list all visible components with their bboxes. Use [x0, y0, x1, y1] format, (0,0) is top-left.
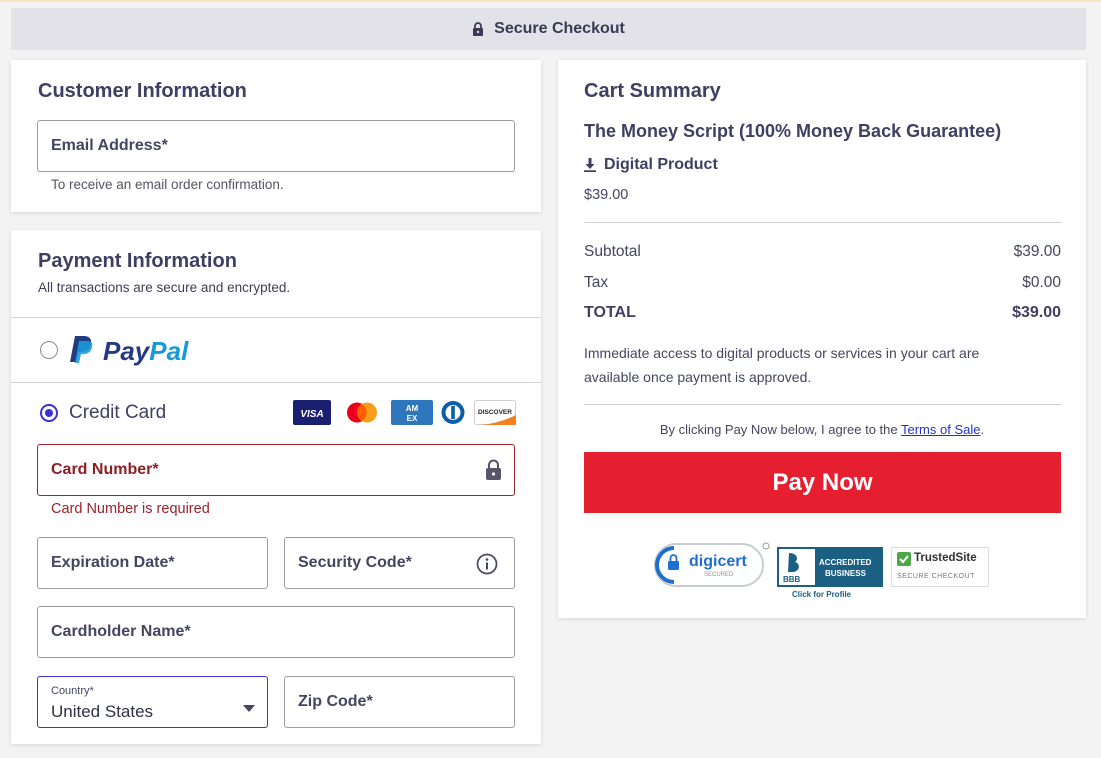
cardholder-name-field[interactable]: Cardholder Name* — [37, 606, 515, 658]
subtotal-label: Subtotal — [584, 243, 641, 260]
access-note: Immediate access to digital products or … — [584, 341, 1064, 389]
lock-icon — [472, 22, 484, 36]
product-name: The Money Script (100% Money Back Guaran… — [584, 121, 1002, 141]
card-number-error: Card Number is required — [51, 501, 210, 517]
checkmark-icon — [897, 552, 911, 571]
pay-now-button[interactable]: Pay Now — [584, 452, 1061, 513]
paypal-option[interactable]: PayPal — [11, 318, 541, 382]
trustedsite-wordmark: TrustedSite — [914, 552, 977, 564]
credit-card-radio[interactable] — [40, 404, 58, 422]
cart-summary-title: Cart Summary — [584, 80, 721, 102]
mastercard-icon — [343, 400, 381, 430]
cardholder-name-label: Cardholder Name* — [51, 623, 191, 640]
payment-secure-note: All transactions are secure and encrypte… — [38, 280, 291, 295]
zip-code-field[interactable]: Zip Code* — [284, 676, 515, 728]
total-label: TOTAL — [584, 304, 636, 321]
payment-information-title: Payment Information — [38, 250, 237, 272]
diners-club-icon — [439, 400, 467, 430]
expiration-date-field[interactable]: Expiration Date* — [37, 537, 268, 589]
tax-label: Tax — [584, 274, 609, 291]
svg-text:VISA: VISA — [300, 409, 323, 420]
access-note-line-1: Immediate access to digital products or … — [584, 345, 980, 361]
paypal-logo-icon — [69, 334, 95, 369]
divider — [584, 404, 1061, 405]
email-field-label: Email Address* — [51, 137, 168, 154]
email-helper-text: To receive an email order confirmation. — [51, 177, 284, 192]
trustedsite-secure-checkout-label: SECURE CHECKOUT — [897, 573, 975, 580]
security-code-label: Security Code* — [298, 554, 412, 571]
secure-checkout-title: Secure Checkout — [494, 20, 625, 37]
expiration-date-label: Expiration Date* — [51, 554, 175, 571]
credit-card-option[interactable]: Credit Card VISA AM EX DISCOVER — [11, 383, 541, 439]
digicert-wordmark: digicert — [689, 553, 747, 570]
credit-card-label: Credit Card — [69, 402, 167, 423]
svg-text:AM: AM — [406, 404, 419, 413]
bbb-short-label: BBB — [783, 575, 801, 584]
product-type-label: Digital Product — [604, 156, 718, 173]
terms-suffix: . — [980, 422, 985, 437]
terms-agreement: By clicking Pay Now below, I agree to th… — [558, 422, 1086, 437]
card-number-field[interactable]: Card Number* — [37, 444, 515, 496]
secure-checkout-bar: Secure Checkout — [11, 8, 1086, 50]
terms-prefix: By clicking Pay Now below, I agree to th… — [659, 422, 901, 437]
country-select[interactable]: Country* United States — [37, 676, 268, 728]
digicert-badge[interactable]: digicert SECURED — [654, 540, 770, 595]
payment-information-card: Payment Information All transactions are… — [11, 230, 541, 744]
svg-text:DISCOVER: DISCOVER — [478, 409, 512, 416]
trustedsite-badge[interactable]: TrustedSite SECURE CHECKOUT — [891, 547, 989, 587]
discover-icon: DISCOVER — [474, 400, 516, 430]
country-value: United States — [51, 702, 154, 721]
product-type: Digital Product — [584, 156, 718, 174]
cart-summary-card: Cart Summary The Money Script (100% Mone… — [558, 60, 1086, 618]
bbb-accredited-label: ACCREDITED — [819, 558, 872, 567]
tax-value: $0.00 — [1022, 274, 1061, 291]
customer-information-card: Customer Information Email Address* To r… — [11, 60, 541, 212]
lock-icon — [485, 459, 502, 486]
country-label: Country* — [51, 685, 94, 697]
product-price: $39.00 — [584, 187, 629, 203]
bbb-click-for-profile[interactable]: Click for Profile — [792, 590, 851, 599]
svg-text:EX: EX — [407, 414, 418, 423]
amex-icon: AM EX — [391, 400, 433, 430]
paypal-wordmark: PayPal — [103, 336, 189, 366]
info-icon[interactable] — [476, 553, 498, 580]
divider — [584, 222, 1061, 223]
download-icon — [584, 158, 596, 172]
digicert-secured-label: SECURED — [704, 572, 734, 578]
customer-information-title: Customer Information — [38, 80, 247, 102]
terms-of-sale-link[interactable]: Terms of Sale — [901, 422, 980, 437]
email-field[interactable]: Email Address* — [37, 120, 515, 172]
bbb-badge[interactable]: BBB ACCREDITED BUSINESS Click for Profil… — [777, 547, 883, 602]
chevron-down-icon — [243, 699, 255, 717]
top-accent-line — [0, 0, 1101, 2]
access-note-line-2: available once payment is approved. — [584, 369, 812, 385]
visa-icon: VISA — [293, 400, 331, 430]
subtotal-value: $39.00 — [1013, 243, 1061, 260]
card-number-label: Card Number* — [51, 461, 159, 478]
bbb-business-label: BUSINESS — [825, 569, 866, 578]
total-value: $39.00 — [1012, 304, 1061, 321]
zip-code-label: Zip Code* — [298, 693, 373, 710]
security-code-field[interactable]: Security Code* — [284, 537, 515, 589]
paypal-radio[interactable] — [40, 341, 58, 359]
